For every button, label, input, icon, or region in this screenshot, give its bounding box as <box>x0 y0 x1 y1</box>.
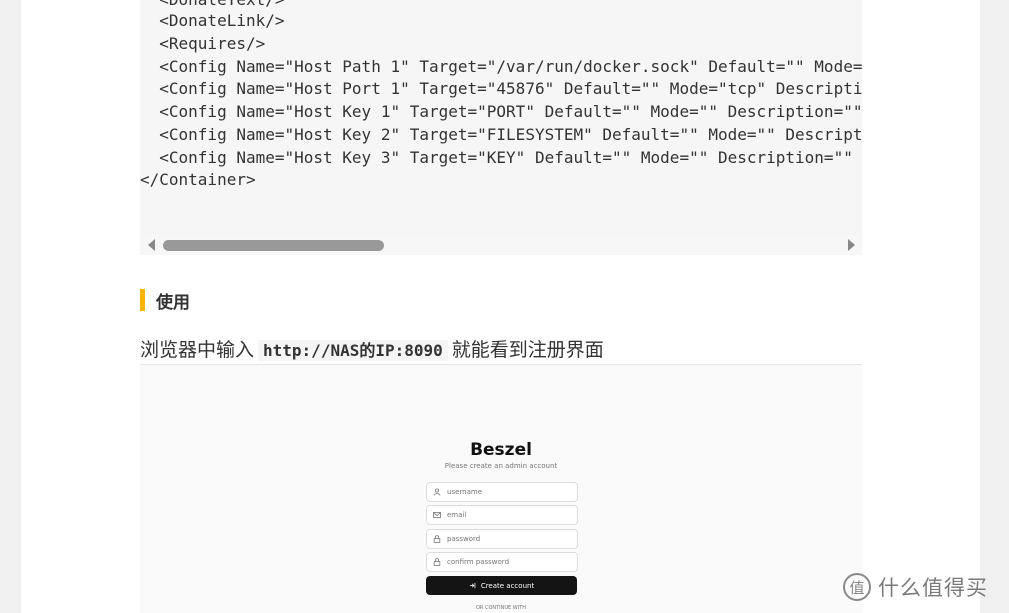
email-input[interactable] <box>447 511 567 519</box>
lock-icon <box>433 535 441 543</box>
confirm-password-field[interactable] <box>426 552 578 572</box>
code-block: <DonateText/> <DonateLink/> <Requires/> … <box>140 0 862 236</box>
username-input[interactable] <box>447 488 567 496</box>
beszel-signup-screenshot: Beszel Please create an admin account us… <box>140 365 862 613</box>
username-field[interactable] <box>426 482 578 502</box>
code-line: <Config Name="Host Key 1" Target="PORT" … <box>159 102 862 121</box>
code-line: <Config Name="Host Key 2" Target="FILESY… <box>159 125 862 144</box>
code-line: </Container> <box>140 170 256 189</box>
confirm-password-input[interactable] <box>447 558 567 566</box>
email-field[interactable] <box>426 505 578 525</box>
site-watermark: 值 什么值得买 <box>842 571 988 603</box>
or-continue-divider: OR CONTINUE WITH <box>475 605 527 611</box>
horizontal-scrollbar[interactable] <box>140 236 862 255</box>
password-input[interactable] <box>447 535 567 543</box>
beszel-subtitle: Please create an admin account <box>444 462 558 470</box>
scroll-thumb[interactable] <box>163 240 384 251</box>
paragraph-text-before: 浏览器中输入 <box>140 339 255 361</box>
code-line: <Config Name="Host Key 3" Target="KEY" D… <box>159 148 853 167</box>
lock-icon <box>433 558 441 566</box>
mail-icon <box>433 511 441 519</box>
scroll-right-arrow-icon[interactable] <box>848 239 855 251</box>
code-line: <Config Name="Host Path 1" Target="/var/… <box>159 57 862 76</box>
beszel-logo-title: Beszel <box>470 440 532 460</box>
heading-accent-bar <box>140 289 145 311</box>
article-page: <DonateText/> <DonateLink/> <Requires/> … <box>21 0 980 613</box>
login-arrow-icon <box>469 582 476 589</box>
usage-paragraph: 浏览器中输入 http://NAS的IP:8090 就能看到注册界面 <box>140 337 862 365</box>
password-field[interactable] <box>426 529 578 549</box>
create-account-button[interactable]: Create account <box>426 576 577 595</box>
code-line: <DonateLink/> <box>140 11 285 30</box>
scroll-left-arrow-icon[interactable] <box>148 239 155 251</box>
inline-code-url: http://NAS的IP:8090 <box>258 340 448 361</box>
section-heading: 使用 <box>140 289 190 313</box>
user-icon <box>433 488 441 496</box>
svg-text:值: 值 <box>849 579 864 597</box>
watermark-logo-icon: 值 <box>842 572 872 602</box>
section-heading-text: 使用 <box>156 292 190 313</box>
code-line: <Requires/> <box>140 34 266 53</box>
code-line: <Config Name="Host Port 1" Target="45876… <box>159 79 862 98</box>
watermark-text: 什么值得买 <box>878 576 988 600</box>
paragraph-text-after: 就能看到注册界面 <box>451 339 604 361</box>
create-account-label: Create account <box>480 581 535 590</box>
